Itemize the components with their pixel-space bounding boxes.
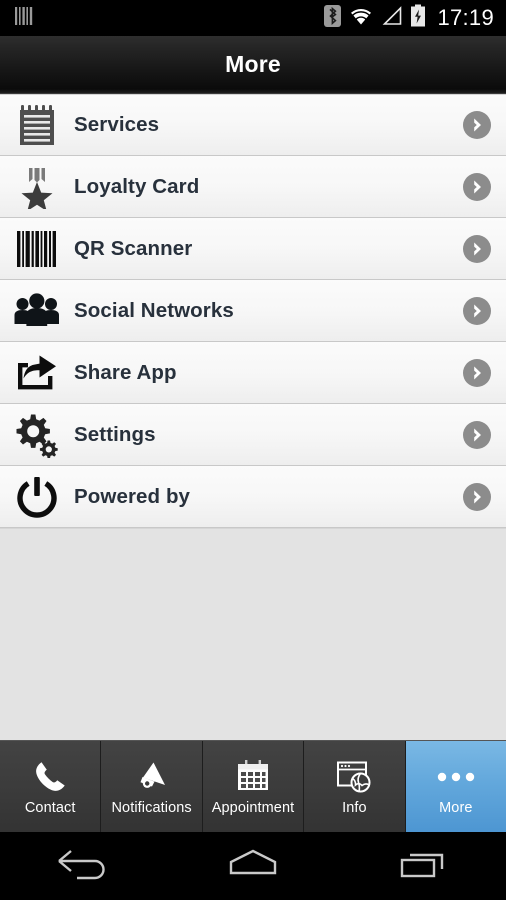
barcode-icon <box>10 222 64 276</box>
phone-screen: 17:19 More Services Loyalty Card QR Scan… <box>0 0 506 900</box>
page-title: More <box>225 51 281 77</box>
ellipsis-icon <box>435 757 477 797</box>
menu-item-loyalty-card[interactable]: Loyalty Card <box>0 156 506 218</box>
back-arrow-icon <box>55 847 113 886</box>
chevron-right-icon[interactable] <box>462 110 492 140</box>
tab-label: Notifications <box>111 800 192 816</box>
medal-icon <box>10 160 64 214</box>
tab-more[interactable]: More <box>405 741 506 832</box>
tab-info[interactable]: Info <box>304 741 406 832</box>
menu-item-label: Services <box>74 113 160 136</box>
home-icon <box>225 847 281 886</box>
chevron-right-icon[interactable] <box>462 296 492 326</box>
menu-list: Services Loyalty Card QR Scanner Social … <box>0 94 506 528</box>
status-bar-right: 17:19 <box>324 4 494 33</box>
tab-appointment[interactable]: Appointment <box>202 741 305 832</box>
megaphone-icon <box>133 757 171 797</box>
chevron-right-icon[interactable] <box>462 358 492 388</box>
status-time: 17:19 <box>437 5 494 30</box>
empty-area <box>0 528 506 741</box>
back-button[interactable] <box>29 841 139 891</box>
gears-icon <box>10 408 64 462</box>
menu-item-label: Social Networks <box>74 298 234 322</box>
people-icon <box>10 284 64 338</box>
bluetooth-icon <box>324 4 342 33</box>
recents-button[interactable] <box>367 841 477 891</box>
browser-globe-icon <box>335 757 373 797</box>
chevron-right-icon[interactable] <box>462 234 492 264</box>
home-button[interactable] <box>198 841 308 891</box>
notepad-icon <box>10 98 64 152</box>
chevron-right-icon[interactable] <box>462 172 492 202</box>
menu-item-social-networks[interactable]: Social Networks <box>0 280 506 342</box>
menu-item-qr-scanner[interactable]: QR Scanner <box>0 218 506 280</box>
recents-icon <box>396 847 448 886</box>
wifi-icon <box>348 5 374 32</box>
title-bar: More <box>0 36 506 94</box>
android-nav-bar <box>0 832 506 900</box>
signal-icon <box>381 5 403 32</box>
menu-item-label: QR Scanner <box>74 236 193 260</box>
menu-item-label: Powered by <box>74 484 191 508</box>
calendar-icon <box>235 757 271 797</box>
power-icon <box>10 470 64 524</box>
menu-item-powered-by[interactable]: Powered by <box>0 466 506 528</box>
menu-item-label: Share App <box>74 360 177 384</box>
battery-charging-icon <box>410 4 426 33</box>
barcode-icon <box>14 5 34 32</box>
status-bar: 17:19 <box>0 0 506 36</box>
menu-item-share-app[interactable]: Share App <box>0 342 506 404</box>
tab-contact[interactable]: Contact <box>0 741 102 832</box>
bottom-tab-bar: Contact Notifications Appointment Info M… <box>0 740 506 832</box>
chevron-right-icon[interactable] <box>462 482 492 512</box>
tab-label: Info <box>342 800 367 816</box>
menu-item-label: Loyalty Card <box>74 174 200 198</box>
tab-label: Contact <box>24 800 76 816</box>
status-bar-left <box>14 5 34 32</box>
share-icon <box>10 346 64 400</box>
tab-label: More <box>439 800 473 816</box>
menu-item-settings[interactable]: Settings <box>0 404 506 466</box>
chevron-right-icon[interactable] <box>462 420 492 450</box>
menu-item-services[interactable]: Services <box>0 94 506 156</box>
phone-icon <box>32 757 68 797</box>
menu-item-label: Settings <box>74 422 156 446</box>
tab-label: Appointment <box>211 800 295 816</box>
tab-notifications[interactable]: Notifications <box>101 741 203 832</box>
